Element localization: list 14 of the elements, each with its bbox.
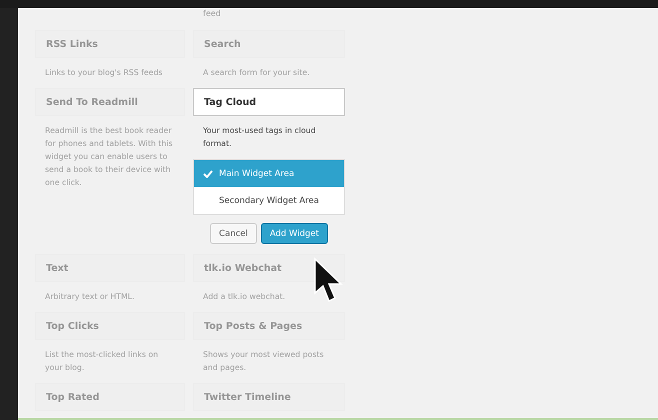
widget-title[interactable]: Top Clicks: [35, 312, 185, 340]
widget-title[interactable]: Send To Readmill: [35, 88, 185, 116]
cancel-button[interactable]: Cancel: [210, 223, 257, 244]
add-button[interactable]: Add Widget: [260, 223, 328, 244]
widget-title[interactable]: Twitter Timeline: [193, 383, 345, 411]
widget-title[interactable]: Top Posts & Pages: [193, 312, 345, 340]
check-icon: [203, 170, 213, 178]
widget-title[interactable]: Text: [35, 254, 185, 282]
widget-description: feed: [202, 8, 222, 20]
widget-title[interactable]: Top Rated: [35, 383, 185, 411]
widget-title[interactable]: Search: [193, 30, 345, 58]
widget-title[interactable]: Tag Cloud: [193, 88, 345, 116]
widget-title[interactable]: RSS Links: [35, 30, 185, 58]
widget-area-option[interactable]: Main Widget Area: [194, 160, 344, 187]
